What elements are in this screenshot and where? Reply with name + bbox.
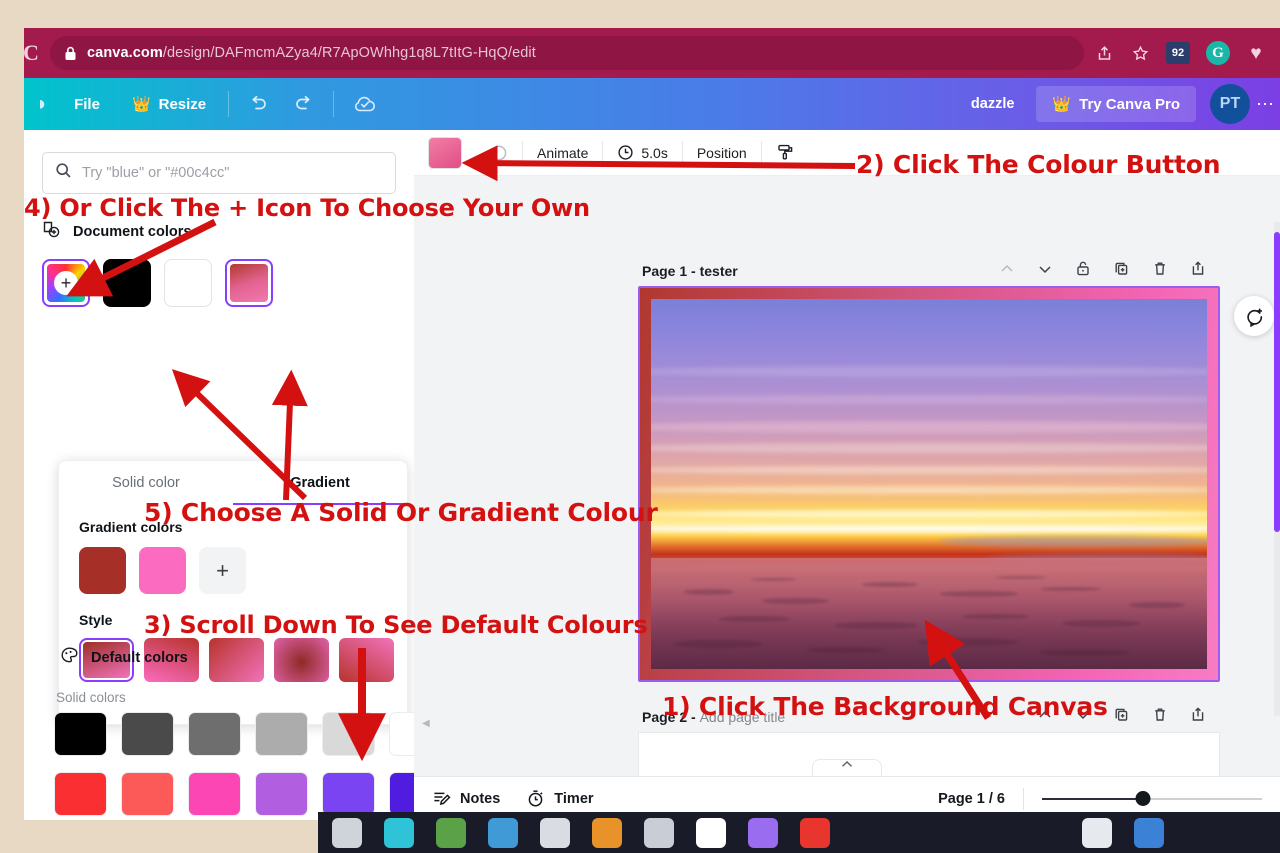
taskbar-app-icon[interactable]: [1082, 818, 1112, 848]
annotation-3: 3) Scroll Down To See Default Colours: [144, 611, 648, 639]
annotation-2: 2) Click The Colour Button: [856, 150, 1221, 179]
annotation-1: 1) Click The Background Canvas: [662, 692, 1108, 721]
taskbar-app-icon[interactable]: [1134, 818, 1164, 848]
arrow-to-colour-button: [461, 145, 856, 182]
taskbar-app-icon[interactable]: [488, 818, 518, 848]
taskbar-app-icon[interactable]: [800, 818, 830, 848]
taskbar-app-icon[interactable]: [644, 818, 674, 848]
taskbar-app-icon[interactable]: [540, 818, 570, 848]
annotation-4: 4) Or Click The + Icon To Choose Your Ow…: [24, 194, 590, 222]
taskbar-app-icon[interactable]: [748, 818, 778, 848]
taskbar-app-icon[interactable]: [332, 818, 362, 848]
os-taskbar[interactable]: [318, 812, 1280, 853]
taskbar-app-icon[interactable]: [436, 818, 466, 848]
screenshot-root: C canva.com/design/DAFmcmAZya4/R7ApOWhhg…: [0, 0, 1280, 853]
arrow-to-plus-icon: [66, 218, 217, 297]
annotation-arrows: [66, 145, 991, 762]
taskbar-app-icon[interactable]: [696, 818, 726, 848]
annotation-5: 5) Choose A Solid Or Gradient Colour: [144, 498, 658, 527]
taskbar-app-icon[interactable]: [384, 818, 414, 848]
taskbar-app-icon[interactable]: [592, 818, 622, 848]
